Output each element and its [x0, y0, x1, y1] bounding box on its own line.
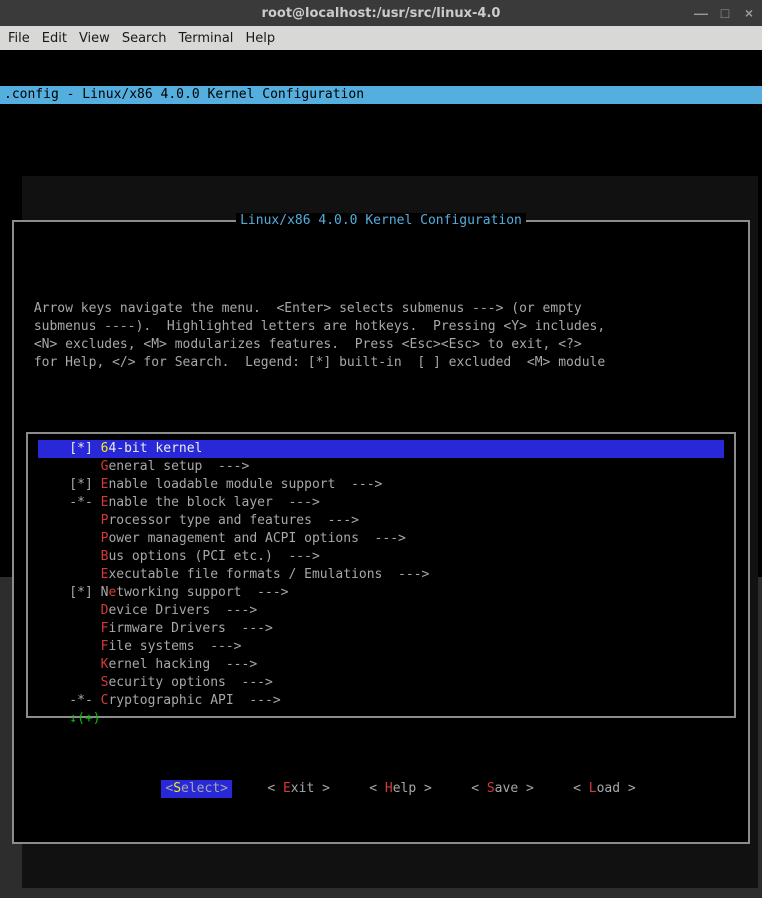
window-titlebar: root@localhost:/usr/src/linux-4.0 — □ ×	[0, 0, 762, 26]
menu-item-3[interactable]: -*- Enable the block layer --->	[38, 494, 724, 512]
button-exit[interactable]: < Exit >	[263, 780, 334, 798]
menu-item-14[interactable]: -*- Cryptographic API --->	[38, 692, 724, 710]
button-load[interactable]: < Load >	[569, 780, 640, 798]
menu-item-5[interactable]: Power management and ACPI options --->	[38, 530, 724, 548]
menu-help[interactable]: Help	[245, 31, 275, 46]
menu-item-13[interactable]: Security options --->	[38, 674, 724, 692]
menu-search[interactable]: Search	[122, 31, 167, 46]
menu-item-12[interactable]: Kernel hacking --->	[38, 656, 724, 674]
menu-item-9[interactable]: Device Drivers --->	[38, 602, 724, 620]
menu-item-11[interactable]: File systems --->	[38, 638, 724, 656]
more-indicator: ↓(+)	[38, 710, 724, 728]
menu-item-4[interactable]: Processor type and features --->	[38, 512, 724, 530]
maximize-icon[interactable]: □	[716, 5, 734, 21]
button-bar: <Select> < Exit > < Help > < Save > < Lo…	[26, 780, 736, 798]
menu-item-10[interactable]: Firmware Drivers --->	[38, 620, 724, 638]
menu-view[interactable]: View	[79, 31, 110, 46]
main-panel: Linux/x86 4.0.0 Kernel Configuration Arr…	[12, 220, 750, 844]
button-save[interactable]: < Save >	[467, 780, 538, 798]
button-help[interactable]: < Help >	[365, 780, 436, 798]
menu-item-7[interactable]: Executable file formats / Emulations ---…	[38, 566, 724, 584]
menu-edit[interactable]: Edit	[42, 31, 67, 46]
button-select[interactable]: <Select>	[161, 780, 232, 798]
minimize-icon[interactable]: —	[692, 5, 710, 21]
window-title: root@localhost:/usr/src/linux-4.0	[262, 6, 501, 21]
menu-terminal[interactable]: Terminal	[178, 31, 233, 46]
terminal-area: .config - Linux/x86 4.0.0 Kernel Configu…	[0, 50, 762, 577]
menubar: File Edit View Search Terminal Help	[0, 26, 762, 50]
help-text: Arrow keys navigate the menu. <Enter> se…	[26, 300, 736, 372]
menu-item-1[interactable]: General setup --->	[38, 458, 724, 476]
window-controls: — □ ×	[692, 0, 758, 26]
menu-file[interactable]: File	[8, 31, 30, 46]
close-icon[interactable]: ×	[740, 5, 758, 21]
menu-list[interactable]: [*] 64-bit kernel General setup ---> [*]…	[26, 432, 736, 718]
menu-item-8[interactable]: [*] Networking support --->	[38, 584, 724, 602]
config-header: .config - Linux/x86 4.0.0 Kernel Configu…	[0, 86, 762, 104]
menu-item-2[interactable]: [*] Enable loadable module support --->	[38, 476, 724, 494]
menu-item-0[interactable]: [*] 64-bit kernel	[38, 440, 724, 458]
menu-item-6[interactable]: Bus options (PCI etc.) --->	[38, 548, 724, 566]
